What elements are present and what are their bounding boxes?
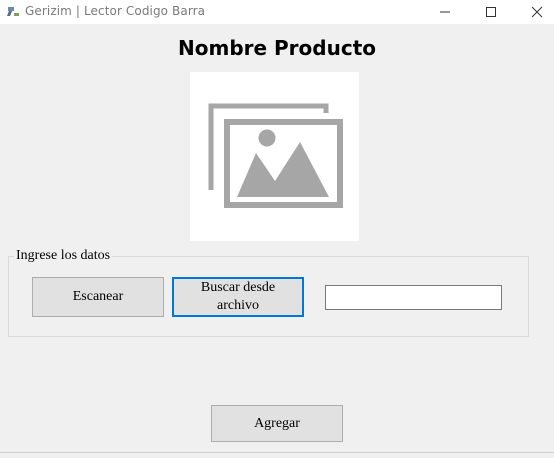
window-title: Gerizim | Lector Codigo Barra bbox=[25, 4, 206, 18]
browse-file-label: Buscar desde archivo bbox=[200, 280, 276, 313]
scan-button[interactable]: Escanear bbox=[32, 277, 164, 317]
minimize-icon bbox=[440, 11, 450, 13]
group-legend: Ingrese los datos bbox=[14, 248, 113, 264]
maximize-icon bbox=[486, 7, 496, 17]
bottom-edge bbox=[0, 452, 554, 458]
image-placeholder-icon bbox=[208, 103, 343, 208]
close-icon bbox=[531, 6, 543, 18]
browse-file-button[interactable]: Buscar desde archivo bbox=[172, 277, 304, 317]
title-bar: Gerizim | Lector Codigo Barra bbox=[0, 0, 554, 24]
close-button[interactable] bbox=[514, 0, 554, 24]
maximize-button[interactable] bbox=[468, 0, 514, 24]
barcode-input[interactable] bbox=[325, 285, 502, 310]
product-image bbox=[190, 72, 359, 241]
minimize-button[interactable] bbox=[422, 0, 468, 24]
product-name: Nombre Producto bbox=[178, 36, 376, 60]
barcode-scanner-icon bbox=[7, 7, 19, 16]
add-button[interactable]: Agregar bbox=[211, 405, 343, 442]
